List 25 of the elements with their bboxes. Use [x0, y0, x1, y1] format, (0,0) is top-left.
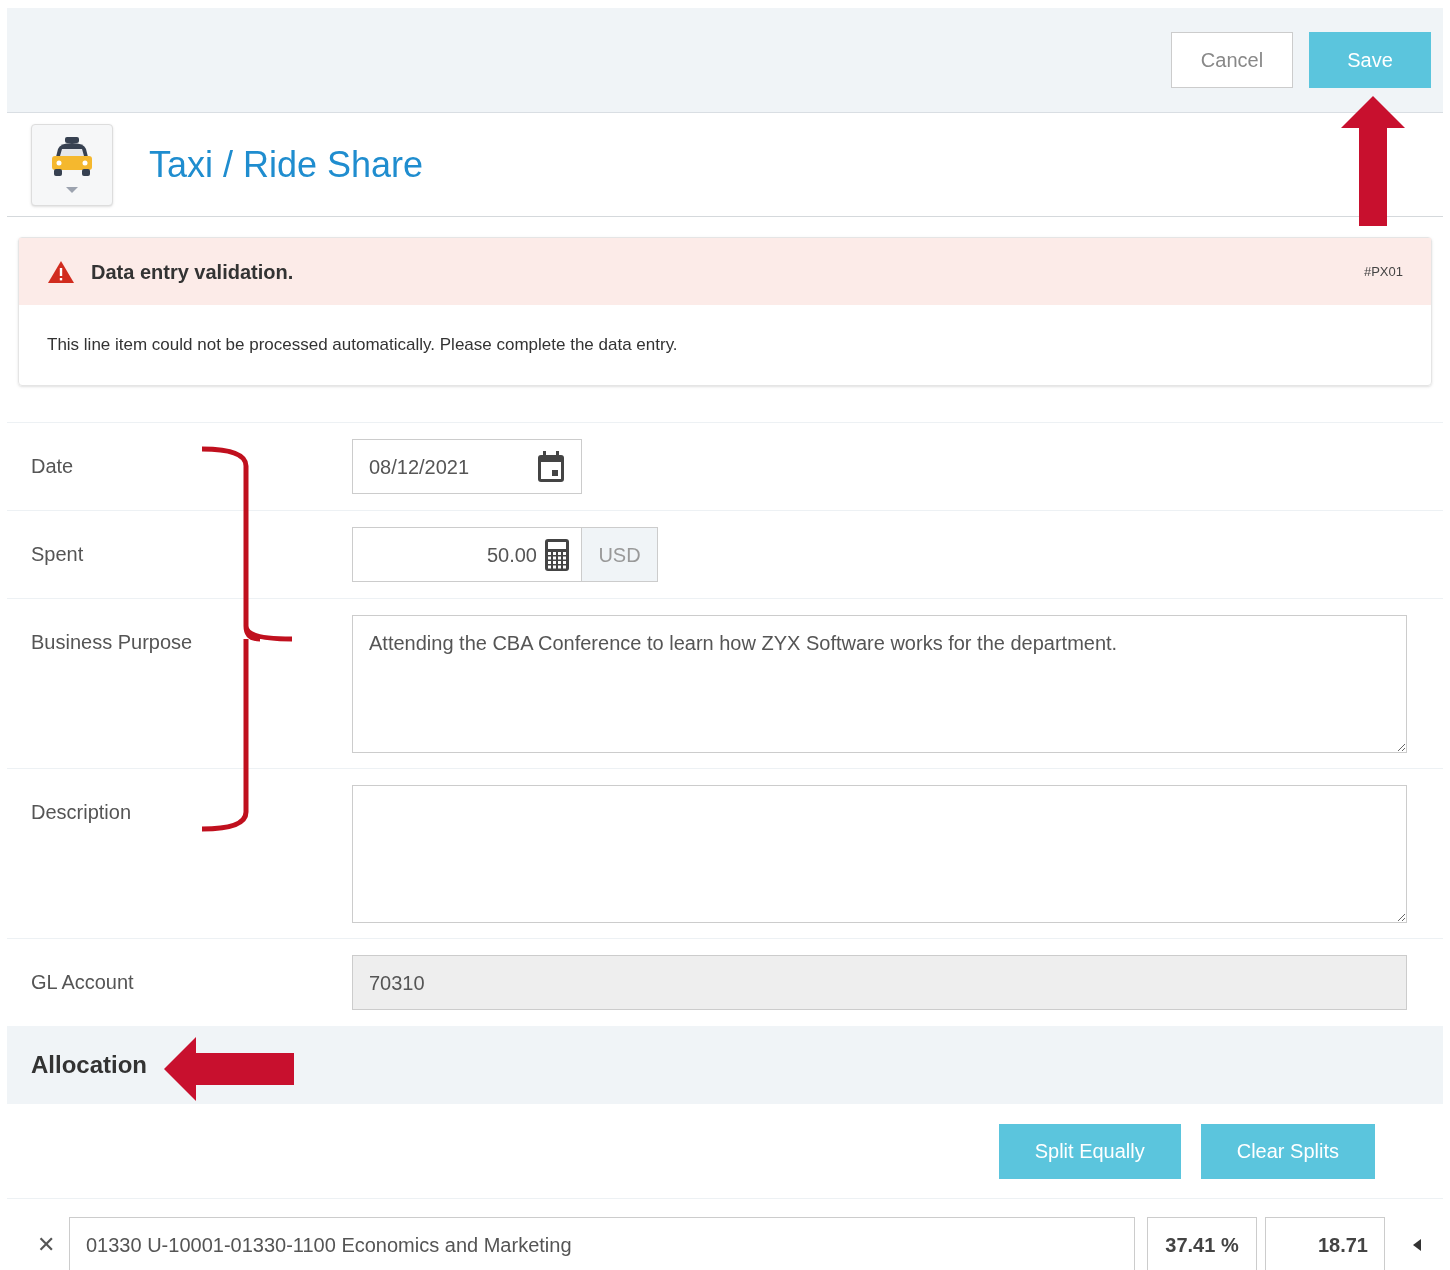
allocation-heading: Allocation	[31, 1050, 147, 1080]
account-field[interactable]: 01330 U-10001-01330-1100 Economics and Marketing	[69, 1217, 1135, 1270]
business-purpose-field[interactable]: Attending the CBA Conference to learn how ZYX Software works for the department.	[352, 615, 1407, 753]
field-label: Description	[31, 801, 132, 823]
remove-button[interactable]: ✕	[31, 1217, 61, 1270]
percent-field[interactable]: 37.41 %	[1147, 1217, 1257, 1270]
calculator-icon	[545, 538, 569, 571]
field-label: Spent	[31, 543, 84, 565]
expense-title: Taxi / Ride Share	[149, 142, 424, 187]
alert-code: #PX01	[1363, 262, 1403, 281]
amount-field[interactable]: 50.00	[352, 527, 582, 582]
cancel-button[interactable]: Cancel	[1171, 32, 1293, 88]
caret-icon[interactable]	[1413, 1239, 1421, 1251]
calendar-icon	[537, 450, 565, 483]
field-label: GL Account	[31, 971, 134, 993]
currency-addon: USD	[582, 527, 658, 582]
field-label: Date	[31, 455, 74, 477]
description-field[interactable]	[352, 785, 1407, 923]
field-label: Business Purpose	[31, 631, 193, 653]
amount-split-field[interactable]: 18.71	[1265, 1217, 1385, 1270]
warning-icon	[47, 259, 75, 284]
date-field[interactable]: 08/12/2021	[352, 439, 582, 494]
alert-message: This line item could not be processed automatically. Please complete the data entry.	[47, 334, 678, 357]
taxi-icon	[50, 134, 94, 195]
alert-title: Data entry validation.	[91, 259, 294, 285]
